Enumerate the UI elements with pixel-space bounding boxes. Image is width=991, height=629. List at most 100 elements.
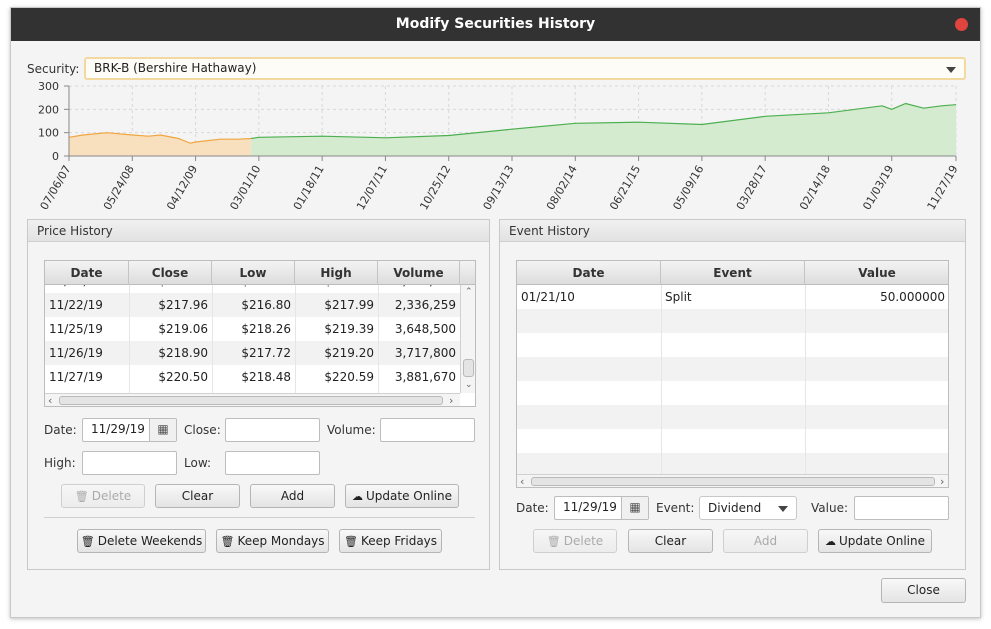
cell-volume: 3,881,670: [394, 370, 456, 384]
event-type-select[interactable]: Dividend: [699, 496, 797, 520]
x-tick-label: 12/07/11: [354, 163, 390, 212]
scroll-thumb[interactable]: [531, 477, 935, 486]
cell-date: 11/26/19: [49, 346, 103, 360]
x-tick-label: 01/03/19: [860, 163, 896, 212]
x-tick-label: 01/18/11: [291, 163, 327, 212]
dialog-title: Modify Securities History: [395, 16, 596, 32]
column-header-value[interactable]: Value: [805, 261, 948, 285]
close-button[interactable]: Close: [881, 578, 966, 603]
price-delete-label: Delete: [91, 489, 132, 503]
price-update-online-button[interactable]: ☁ Update Online: [345, 484, 459, 508]
event-clear-button[interactable]: Clear: [628, 529, 713, 553]
column-header-event[interactable]: Event: [661, 261, 805, 285]
column-divider: [661, 285, 662, 475]
table-row[interactable]: 11/25/19 $219.06 $218.26 $219.39 3,648,5…: [45, 317, 460, 341]
column-header-date[interactable]: Date: [45, 261, 129, 285]
column-divider: [129, 285, 130, 393]
trash-icon: 🗑: [74, 490, 89, 503]
calendar-icon[interactable]: ▦: [621, 497, 648, 519]
cell-close: $216.01: [129, 285, 212, 293]
event-history-title: Event History: [500, 220, 965, 242]
cell-value: 50.000000: [880, 290, 945, 304]
scroll-right-icon[interactable]: ›: [940, 476, 944, 487]
price-table-body: 11/21/19 $216.01 $215.50 $217.71 3,707,6…: [45, 285, 460, 393]
price-table-vertical-scrollbar[interactable]: ⌃ ⌄: [460, 285, 475, 393]
table-row[interactable]: 11/26/19 $218.90 $217.72 $219.20 3,717,8…: [45, 341, 460, 365]
y-tick-label: 100: [38, 127, 59, 140]
cell-date: 01/21/10: [521, 290, 575, 304]
cell-volume: 3,648,500: [394, 322, 456, 336]
event-delete-button[interactable]: 🗑 Delete: [533, 529, 617, 553]
cell-date: 11/25/19: [49, 322, 103, 336]
column-header-date[interactable]: Date: [517, 261, 661, 285]
chevron-down-icon: [946, 66, 956, 73]
scroll-up-icon[interactable]: ⌃: [465, 287, 473, 297]
security-label: Security:: [27, 62, 80, 76]
column-divider: [805, 285, 806, 475]
table-row[interactable]: 11/22/19 $217.96 $216.80 $217.99 2,336,2…: [45, 293, 460, 317]
scroll-thumb[interactable]: [59, 396, 443, 405]
high-field[interactable]: [82, 451, 177, 475]
security-select[interactable]: BRK-B (Bershire Hathaway): [84, 57, 966, 80]
price-delete-button[interactable]: 🗑 Delete: [61, 484, 145, 508]
scroll-down-icon[interactable]: ⌄: [465, 380, 473, 390]
x-tick-label: 06/21/15: [607, 163, 643, 212]
keep-fridays-label: Keep Fridays: [360, 534, 438, 548]
event-type-value: Dividend: [708, 501, 762, 515]
column-header-volume[interactable]: Volume: [378, 261, 460, 285]
x-tick-label: 08/02/14: [544, 163, 580, 212]
volume-field[interactable]: [380, 418, 475, 442]
close-label: Close:: [184, 423, 221, 437]
column-header-high[interactable]: High: [295, 261, 378, 285]
cell-low: $215.50: [212, 285, 295, 293]
cell-event: Split: [665, 290, 692, 304]
table-row[interactable]: 01/21/10 Split 50.000000: [517, 285, 948, 309]
event-delete-label: Delete: [563, 534, 604, 548]
trash-icon: 🗑: [80, 535, 95, 548]
event-value-field[interactable]: [854, 496, 949, 520]
keep-mondays-button[interactable]: 🗑 Keep Mondays: [216, 529, 329, 553]
event-add-button[interactable]: Add: [723, 529, 808, 553]
column-header-low[interactable]: Low: [212, 261, 295, 285]
window-close-button[interactable]: [955, 18, 968, 31]
price-chart: 0 100 200 300 07/06/07 05/24/08 04/12/09 03/01/…: [38, 80, 961, 212]
scroll-left-icon[interactable]: ‹: [48, 395, 52, 406]
empty-row: [517, 429, 948, 453]
event-type-label: Event:: [656, 501, 695, 515]
keep-fridays-button[interactable]: 🗑 Keep Fridays: [339, 529, 442, 553]
column-header-close[interactable]: Close: [129, 261, 212, 285]
trash-icon: 🗑: [546, 535, 561, 548]
table-row[interactable]: 11/21/19 $216.01 $215.50 $217.71 3,707,6…: [45, 285, 460, 293]
price-table-horizontal-scrollbar[interactable]: ‹ ›: [45, 393, 460, 406]
cell-low: $216.80: [241, 298, 291, 312]
scroll-left-icon[interactable]: ‹: [520, 476, 524, 487]
event-date-field[interactable]: 11/29/19 ▦: [554, 496, 649, 520]
calendar-icon[interactable]: ▦: [149, 419, 176, 441]
delete-weekends-button[interactable]: 🗑 Delete Weekends: [77, 529, 206, 553]
x-tick-label: 05/24/08: [101, 163, 137, 212]
x-tick-label: 09/13/13: [481, 163, 517, 212]
price-clear-button[interactable]: Clear: [155, 484, 240, 508]
y-tick-label: 200: [38, 103, 59, 116]
event-update-online-button[interactable]: ☁ Update Online: [818, 529, 932, 553]
cell-close: $218.90: [158, 346, 208, 360]
low-label: Low:: [184, 456, 212, 470]
empty-row: [517, 405, 948, 429]
price-table-header: Date Close Low High Volume: [45, 261, 475, 285]
scroll-right-icon[interactable]: ›: [449, 395, 453, 406]
event-history-table[interactable]: Date Event Value 01/21/10 Split 50.00000…: [516, 260, 949, 488]
event-date-value: 11/29/19: [563, 500, 617, 514]
cell-low: $218.26: [241, 322, 291, 336]
empty-row: [517, 333, 948, 357]
column-divider: [378, 285, 379, 393]
x-tick-label: 11/27/19: [925, 163, 961, 212]
table-row[interactable]: 11/27/19 $220.50 $218.48 $220.59 3,881,6…: [45, 365, 460, 389]
price-add-button[interactable]: Add: [250, 484, 335, 508]
scroll-thumb[interactable]: [463, 359, 474, 377]
low-field[interactable]: [225, 451, 320, 475]
close-field[interactable]: [225, 418, 320, 442]
price-history-table[interactable]: Date Close Low High Volume 11/21/19 $216…: [44, 260, 476, 407]
x-tick-label: 02/14/18: [797, 163, 833, 212]
price-date-field[interactable]: 11/29/19 ▦: [82, 418, 177, 442]
event-table-horizontal-scrollbar[interactable]: ‹ ›: [517, 474, 948, 487]
